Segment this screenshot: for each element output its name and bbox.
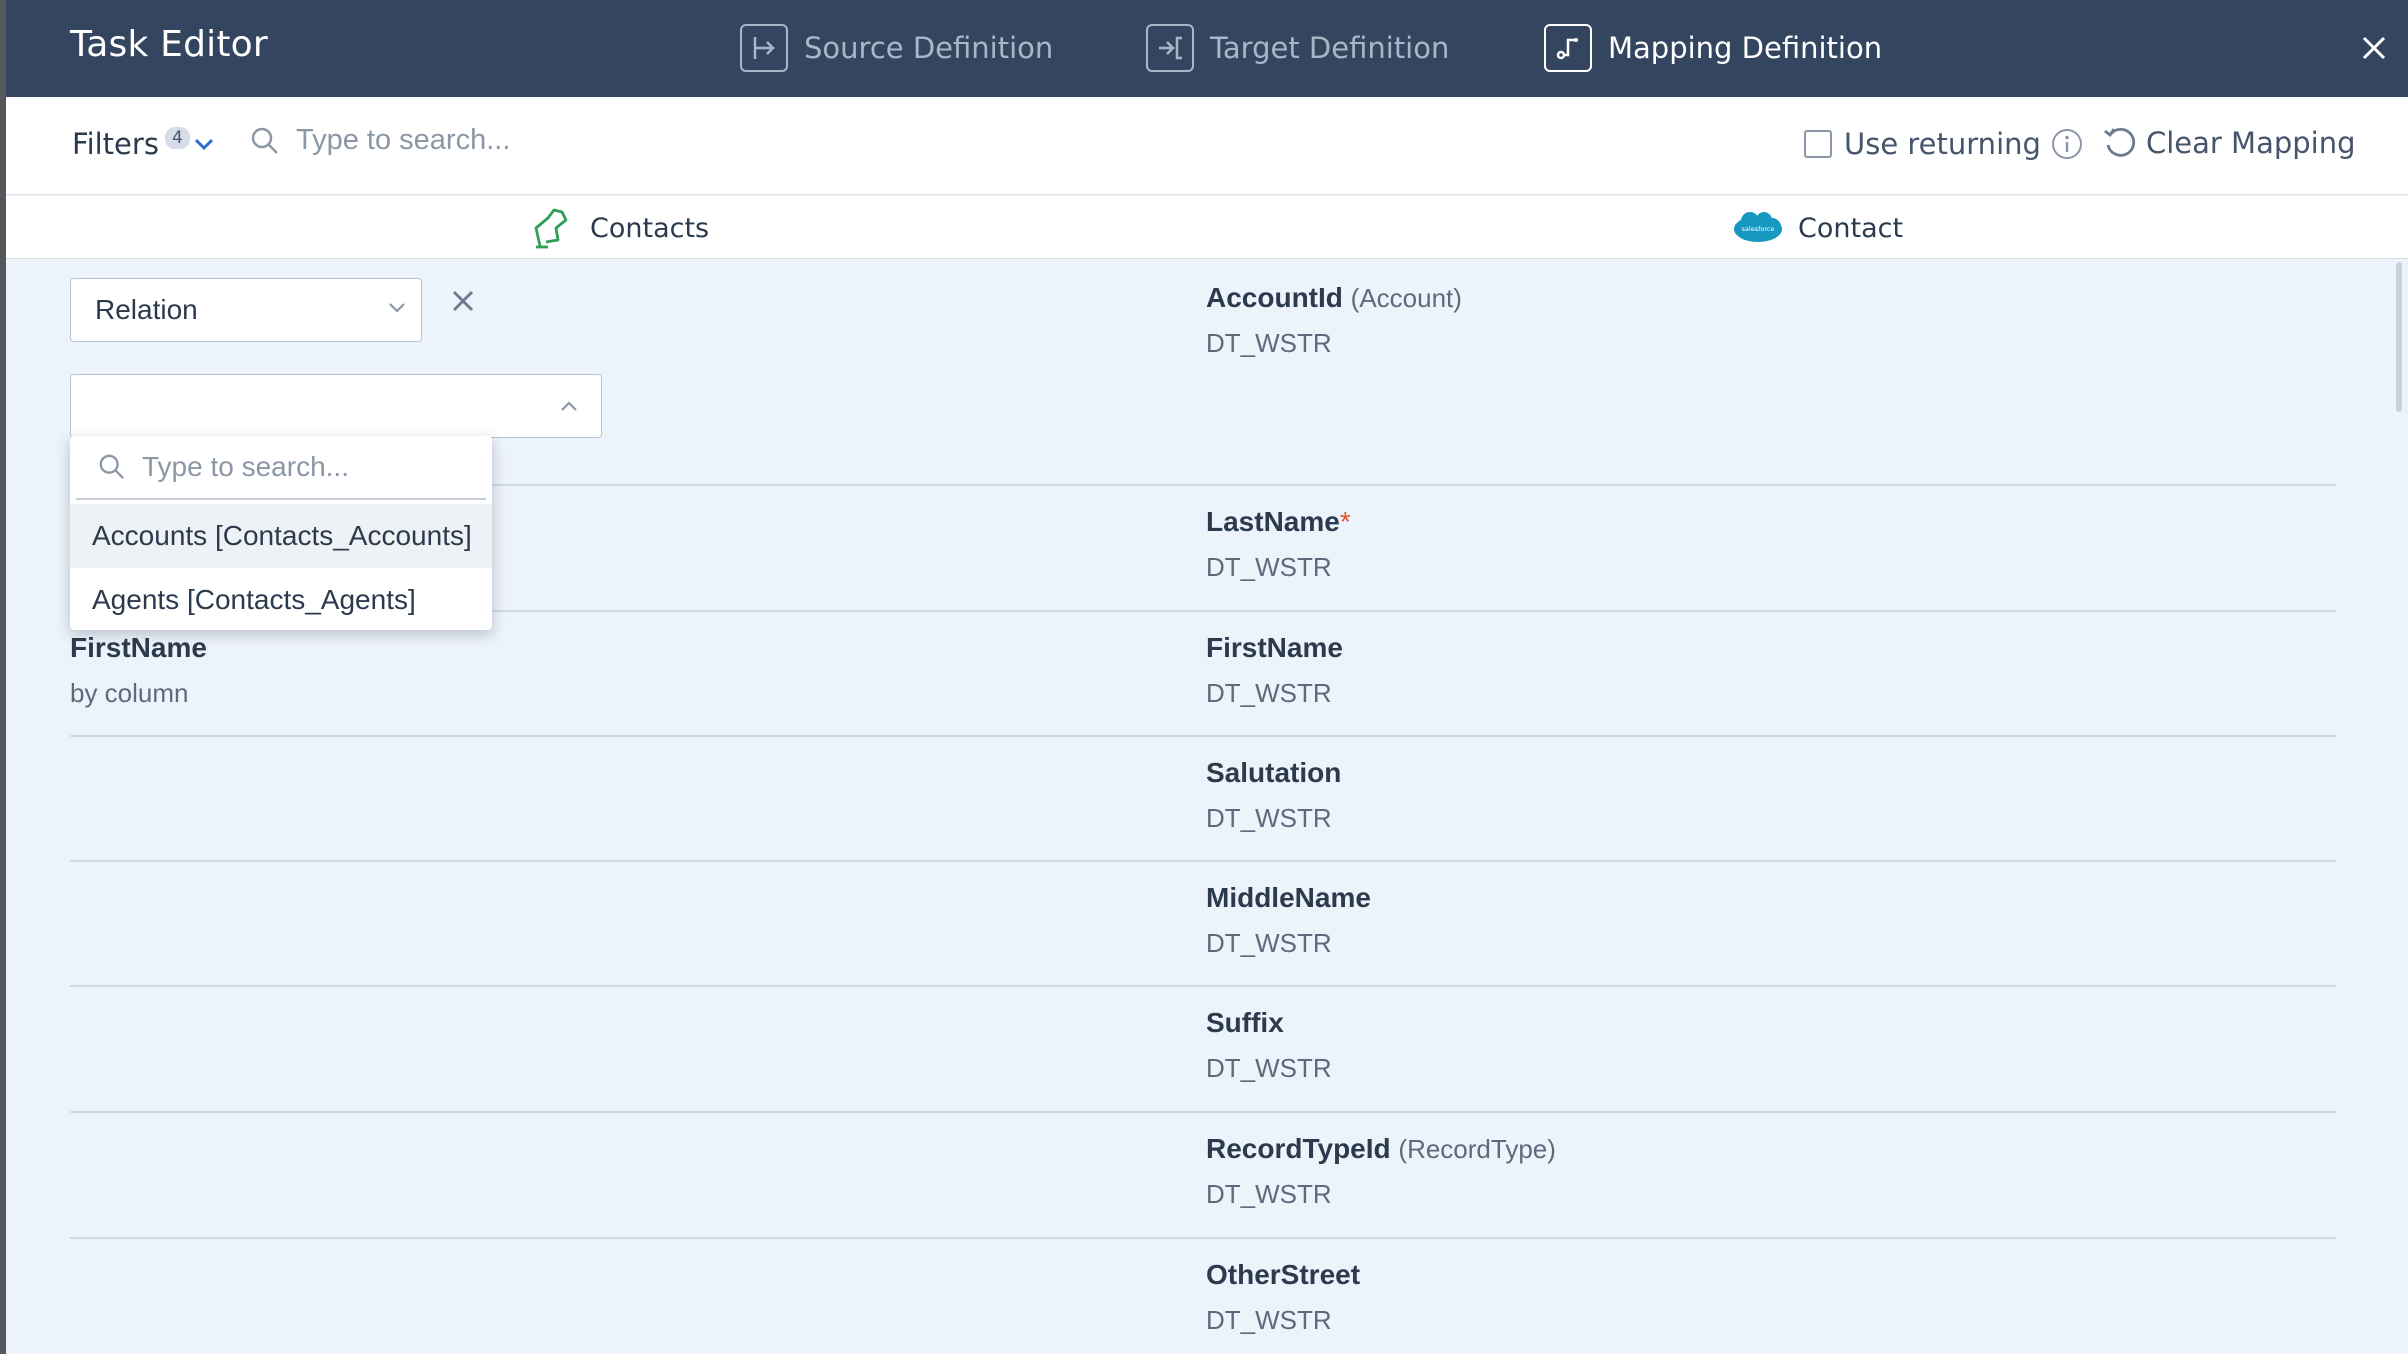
- relation-dropdown-menu: Accounts [Contacts_Accounts] Agents [Con…: [70, 436, 492, 630]
- target-field-name: RecordTypeId: [1206, 1133, 1391, 1164]
- source-definition-icon: [740, 24, 788, 72]
- header-bar: Task Editor Source Definition Target Def…: [6, 0, 2408, 97]
- mapping-row-recordtypeid: RecordTypeId (RecordType) DT_WSTR: [70, 1113, 2336, 1239]
- target-field-type: DT_WSTR: [1206, 678, 1332, 708]
- target-field-type: DT_WSTR: [1206, 803, 1332, 833]
- source-field-name: FirstName: [70, 632, 207, 663]
- clear-mapping-button[interactable]: Clear Mapping: [2102, 125, 2356, 161]
- tab-target-label: Target Definition: [1210, 31, 1450, 65]
- mapping-definition-icon: [1544, 24, 1592, 72]
- target-field: OtherStreet DT_WSTR: [1206, 1259, 1360, 1336]
- dropdown-option[interactable]: Accounts [Contacts_Accounts]: [70, 504, 492, 568]
- mapping-row-middlename: MiddleName DT_WSTR: [70, 862, 2336, 987]
- close-button[interactable]: [2354, 28, 2394, 68]
- use-returning-toggle[interactable]: Use returning: [1804, 127, 2083, 161]
- source-column-label: Contacts: [590, 212, 710, 244]
- target-field-type: DT_WSTR: [1206, 552, 1332, 582]
- target-field-name: OtherStreet: [1206, 1259, 1361, 1290]
- tab-target-definition[interactable]: Target Definition: [1146, 22, 1449, 74]
- dropdown-search: [76, 436, 486, 500]
- info-icon[interactable]: [2051, 128, 2083, 160]
- mapping-row-salutation: Salutation DT_WSTR: [70, 737, 2336, 862]
- target-column-header: salesforce Contact: [1732, 210, 1903, 246]
- chevron-down-icon: [194, 138, 213, 151]
- close-icon: [2362, 36, 2386, 60]
- target-field-name: Salutation: [1206, 757, 1342, 788]
- window-title: Task Editor: [70, 24, 268, 65]
- use-returning-checkbox[interactable]: [1804, 130, 1832, 158]
- scrollbar-thumb[interactable]: [2396, 262, 2402, 412]
- clear-mapping-label: Clear Mapping: [2146, 126, 2356, 160]
- search-input[interactable]: [294, 123, 794, 158]
- target-field-type: DT_WSTR: [1206, 328, 1332, 358]
- target-field-name: Suffix: [1206, 1007, 1284, 1038]
- target-field-type: DT_WSTR: [1206, 1179, 1332, 1209]
- remove-mapping-button[interactable]: [450, 288, 476, 318]
- relation-lookup-select[interactable]: [70, 374, 602, 438]
- target-field-name: LastName: [1206, 506, 1340, 537]
- source-column-header: Contacts: [532, 206, 709, 250]
- search-icon: [251, 127, 278, 154]
- mapping-row-otherstreet: OtherStreet DT_WSTR: [70, 1239, 2336, 1354]
- search-icon: [99, 454, 125, 480]
- target-definition-icon: [1146, 24, 1194, 72]
- target-field-type: DT_WSTR: [1206, 1053, 1332, 1083]
- use-returning-label: Use returning: [1844, 127, 2041, 161]
- relation-type-value: Relation: [95, 294, 198, 325]
- target-field: RecordTypeId (RecordType) DT_WSTR: [1206, 1133, 1556, 1210]
- search-box: [250, 123, 794, 158]
- target-field-name: FirstName: [1206, 632, 1343, 663]
- required-marker: *: [1339, 506, 1351, 537]
- remove-icon: [453, 291, 473, 311]
- relation-type-select[interactable]: Relation: [70, 278, 422, 342]
- mapping-row-suffix: Suffix DT_WSTR: [70, 987, 2336, 1113]
- chevron-up-icon: [561, 401, 577, 411]
- filters-button[interactable]: Filters 4: [72, 127, 214, 161]
- tab-source-label: Source Definition: [804, 31, 1054, 65]
- target-field: FirstName DT_WSTR: [1206, 632, 1343, 709]
- target-field-type: DT_WSTR: [1206, 928, 1332, 958]
- tab-source-definition[interactable]: Source Definition: [740, 22, 1053, 74]
- source-field-mode: by column: [70, 678, 189, 708]
- mapping-rows: Relation AccountId (Account) DT_WSTR Las…: [70, 260, 2336, 1354]
- source-field[interactable]: FirstName by column: [70, 632, 207, 709]
- target-field: LastName* DT_WSTR: [1206, 506, 1351, 583]
- column-header-bar: Contacts salesforce Contact: [6, 196, 2408, 259]
- tab-mapping-definition[interactable]: Mapping Definition: [1544, 22, 1882, 74]
- target-field: Suffix DT_WSTR: [1206, 1007, 1332, 1084]
- filters-count-badge: 4: [164, 127, 190, 149]
- task-editor-window: Task Editor Source Definition Target Def…: [6, 0, 2408, 1354]
- salesforce-icon: salesforce: [1734, 212, 1782, 242]
- target-column-label: Contact: [1798, 212, 1904, 244]
- target-field-name: AccountId: [1206, 282, 1343, 313]
- target-field-type: DT_WSTR: [1206, 1305, 1332, 1335]
- chevron-down-icon: [389, 303, 405, 313]
- undo-icon: [2104, 127, 2136, 157]
- contacts-source-icon: [534, 208, 568, 249]
- target-field: MiddleName DT_WSTR: [1206, 882, 1371, 959]
- target-field-name: MiddleName: [1206, 882, 1371, 913]
- dropdown-option[interactable]: Agents [Contacts_Agents]: [70, 568, 492, 632]
- target-field-reference: (RecordType): [1398, 1134, 1556, 1164]
- tab-mapping-label: Mapping Definition: [1608, 31, 1883, 65]
- filters-label: Filters: [72, 127, 159, 161]
- target-field-reference: (Account): [1350, 283, 1462, 313]
- dropdown-search-input[interactable]: [140, 450, 470, 484]
- target-field: Salutation DT_WSTR: [1206, 757, 1341, 834]
- svg-text:salesforce: salesforce: [1742, 225, 1775, 233]
- target-field: AccountId (Account) DT_WSTR: [1206, 282, 1462, 359]
- toolbar: Filters 4 Use returning Clear Mapping: [6, 97, 2408, 195]
